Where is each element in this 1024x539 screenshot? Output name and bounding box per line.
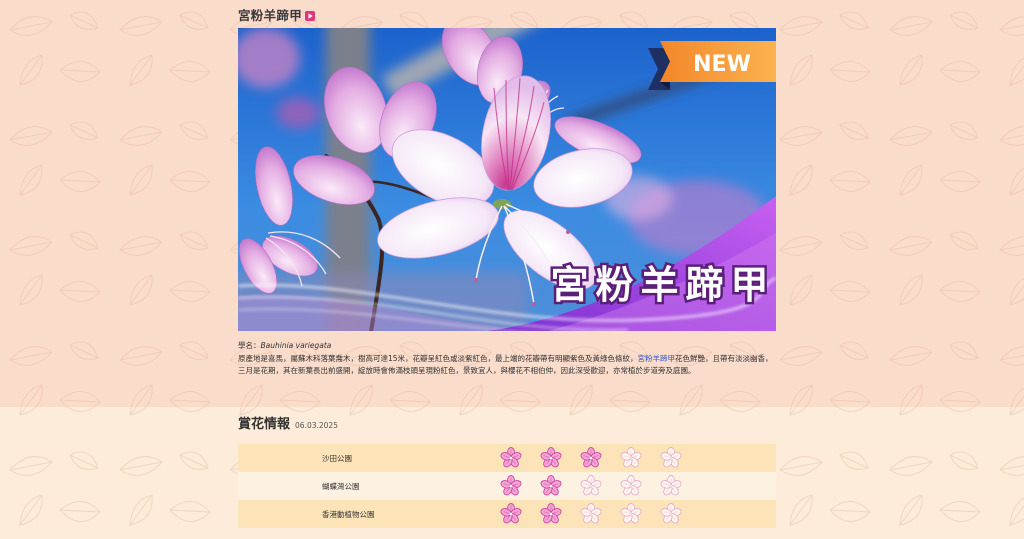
flower-rating-empty-icon bbox=[620, 503, 642, 525]
page-header: 宮粉羊蹄甲 bbox=[238, 8, 316, 24]
flower-report-date: 06.03.2025 bbox=[295, 421, 338, 430]
flower-rating-filled-icon bbox=[540, 447, 562, 469]
flower-rating-empty-icon bbox=[660, 503, 682, 525]
flower-rating-empty-icon bbox=[620, 475, 642, 497]
flower-rating-filled-icon bbox=[540, 503, 562, 525]
flower-report-table: 沙田公園 蝴蝶灣公園 香港動植物公園 bbox=[238, 444, 776, 528]
flower-rating-filled-icon bbox=[500, 447, 522, 469]
flower-report-header: 賞花情報 06.03.2025 bbox=[238, 417, 338, 433]
species-link[interactable]: 宮粉羊蹄甲 bbox=[638, 354, 676, 363]
flower-rating-empty-icon bbox=[660, 447, 682, 469]
table-row: 蝴蝶灣公園 bbox=[238, 472, 776, 500]
species-description: 原產地是喜馬，屬蘇木科落葉喬木，樹高可達15米，花瓣呈紅色或淡紫紅色，最上端的花… bbox=[238, 353, 776, 377]
scientific-name-label: 學名： bbox=[238, 341, 261, 350]
new-badge-label: NEW bbox=[693, 52, 751, 77]
flower-rating-empty-icon bbox=[580, 475, 602, 497]
species-info: 學名：Bauhinia variegata 原產地是喜馬，屬蘇木科落葉喬木，樹高… bbox=[238, 341, 776, 377]
flower-rating-filled-icon bbox=[540, 475, 562, 497]
scientific-name: Bauhinia variegata bbox=[260, 341, 332, 350]
play-icon[interactable] bbox=[305, 11, 316, 21]
page-title: 宮粉羊蹄甲 bbox=[238, 8, 303, 23]
hero-photo: 宮粉羊蹄甲 NEW bbox=[238, 28, 776, 331]
location-name: 蝴蝶灣公園 bbox=[322, 481, 360, 491]
flower-rating-filled-icon bbox=[500, 503, 522, 525]
bauhinia-photo: 宮粉羊蹄甲 NEW bbox=[238, 28, 776, 331]
scientific-name-line: 學名：Bauhinia variegata bbox=[238, 341, 776, 351]
flower-rating-filled-icon bbox=[580, 447, 602, 469]
location-name: 沙田公園 bbox=[322, 453, 352, 463]
table-row: 沙田公園 bbox=[238, 444, 776, 472]
bloom-rating bbox=[500, 503, 682, 525]
photo-overlay-title: 宮粉羊蹄甲 bbox=[550, 263, 775, 307]
bloom-rating bbox=[500, 475, 682, 497]
flower-report-title: 賞花情報 bbox=[238, 417, 291, 432]
flower-rating-empty-icon bbox=[660, 475, 682, 497]
flower-rating-empty-icon bbox=[620, 447, 642, 469]
table-row: 香港動植物公園 bbox=[238, 500, 776, 528]
bloom-rating bbox=[500, 447, 682, 469]
description-text: 原產地是喜馬，屬蘇木科落葉喬木，樹高可達15米，花瓣呈紅色或淡紫紅色，最上端的花… bbox=[238, 354, 638, 363]
flower-rating-empty-icon bbox=[580, 503, 602, 525]
location-name: 香港動植物公園 bbox=[322, 509, 375, 519]
flower-rating-filled-icon bbox=[500, 475, 522, 497]
